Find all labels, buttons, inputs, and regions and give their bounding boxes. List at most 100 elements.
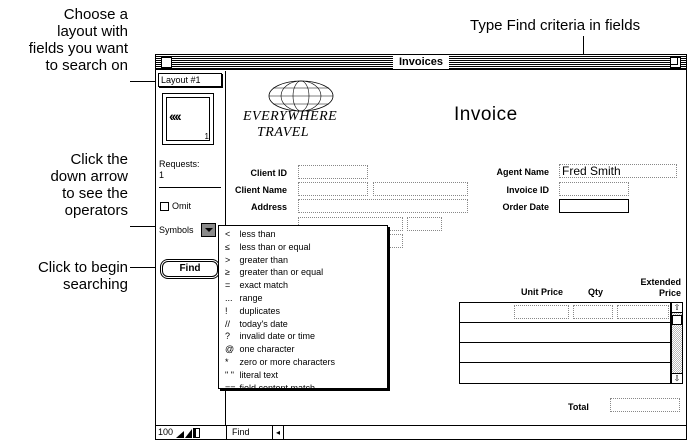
- menu-item-duplicates[interactable]: ! duplicates: [225, 305, 387, 318]
- menu-item-label: zero or more characters: [239, 356, 336, 367]
- client-last-name-field[interactable]: [373, 182, 468, 196]
- callout-down-arrow: Click the down arrow to see the operator…: [8, 151, 128, 219]
- client-id-field[interactable]: [298, 165, 368, 179]
- leader-line-layout: [130, 81, 157, 82]
- callout-line: to search on: [45, 57, 128, 74]
- extended-price-header-line1: Extended: [640, 277, 681, 287]
- agent-name-label: Agent Name: [496, 167, 549, 177]
- menu-item-symbol: =: [225, 280, 231, 291]
- menu-item-label: today's date: [239, 318, 288, 329]
- callout-line: Click to begin: [37, 259, 128, 276]
- menu-item-greater-than[interactable]: > greater than: [225, 254, 387, 267]
- close-box[interactable]: [161, 57, 172, 68]
- layout-title: Invoice: [454, 104, 518, 125]
- window-title: Invoices: [392, 55, 450, 69]
- menu-item-symbol: *: [225, 356, 229, 367]
- invoice-id-label: Invoice ID: [506, 185, 549, 195]
- requests-count: 1: [159, 170, 165, 180]
- symbols-menu: < less than ≤ less than or equal > great…: [218, 225, 388, 393]
- menu-item-symbol: ==: [225, 382, 236, 393]
- zoom-controls-icon[interactable]: [176, 428, 200, 438]
- zoom-box[interactable]: [670, 57, 681, 68]
- status-area: Layout #1 ‹‹‹‹ 1 Requests: 1 Omit Symbol…: [156, 71, 226, 425]
- menu-item-symbol: >: [225, 254, 231, 265]
- menu-item-literal-text[interactable]: " " literal text: [225, 369, 387, 382]
- qty-column-header: Qty: [588, 287, 604, 297]
- requests-label: Requests:: [159, 159, 200, 169]
- status-divider: [159, 187, 221, 188]
- menu-item-todays-date[interactable]: // today's date: [225, 318, 387, 331]
- menu-item-symbol: !: [225, 305, 228, 316]
- menu-item-label: field content match: [239, 382, 316, 393]
- callout-line: to see the: [62, 185, 128, 202]
- total-field[interactable]: [610, 398, 680, 412]
- bottom-bar: 100 Find ◂: [156, 425, 686, 439]
- menu-item-symbol: <: [225, 229, 231, 239]
- callout-line: fields you want: [28, 40, 128, 57]
- scroll-left-arrow-icon[interactable]: ◂: [272, 426, 284, 439]
- book-pages-glyph: ‹‹‹‹: [169, 108, 182, 124]
- menu-item-label: range: [239, 292, 263, 303]
- layout-popup[interactable]: Layout #1: [158, 73, 222, 87]
- menu-item-symbol: ≤: [225, 241, 230, 252]
- menu-item-symbol: @: [225, 344, 235, 355]
- order-date-label: Order Date: [502, 202, 549, 212]
- qty-field[interactable]: [573, 305, 613, 319]
- brand-name-line1: EVERYWHERE: [243, 109, 338, 124]
- menu-item-label: greater than or equal: [239, 267, 324, 278]
- callout-line: operators: [64, 202, 128, 219]
- portal-scrollbar[interactable]: ⇧ ⇩: [671, 302, 683, 384]
- menu-item-field-content-match[interactable]: == field content match: [225, 382, 387, 395]
- menu-item-invalid-date-or-time[interactable]: ? invalid date or time: [225, 330, 387, 343]
- menu-item-label: less than or equal: [239, 241, 311, 252]
- extended-price-column-header: Extended Price: [619, 277, 681, 299]
- omit-checkbox[interactable]: [160, 202, 169, 211]
- menu-item-label: one character: [239, 344, 295, 355]
- symbols-dropdown-arrow-icon[interactable]: [201, 223, 216, 237]
- bottom-bar-divider: [226, 426, 227, 439]
- scroll-up-arrow-icon[interactable]: ⇧: [672, 303, 682, 313]
- menu-item-symbol: " ": [225, 369, 234, 380]
- menu-item-one-character[interactable]: @ one character: [225, 343, 387, 356]
- menu-item-less-than[interactable]: < less than: [225, 228, 387, 241]
- menu-item-range[interactable]: ... range: [225, 292, 387, 305]
- portal-row-divider: [460, 342, 670, 343]
- menu-item-symbol: //: [225, 318, 231, 329]
- invoice-id-field[interactable]: [559, 182, 629, 196]
- state-field[interactable]: [407, 217, 442, 231]
- menu-item-greater-than-or-equal[interactable]: ≥ greater than or equal: [225, 266, 387, 279]
- unit-price-field[interactable]: [514, 305, 569, 319]
- book-icon[interactable]: ‹‹‹‹ 1: [162, 93, 214, 145]
- callout-line: Click the: [70, 151, 128, 168]
- client-first-name-field[interactable]: [298, 182, 368, 196]
- mode-indicator: Find: [232, 427, 250, 437]
- callout-begin-search: Click to begin searching: [8, 259, 128, 293]
- find-button[interactable]: Find: [162, 261, 218, 277]
- portal-row-divider: [460, 322, 670, 323]
- extended-price-field[interactable]: [617, 305, 669, 319]
- title-bar[interactable]: Invoices: [156, 55, 686, 70]
- line-items-portal[interactable]: [459, 302, 671, 384]
- omit-label: Omit: [172, 201, 191, 211]
- agent-name-field[interactable]: Fred Smith: [559, 164, 677, 178]
- address-label: Address: [250, 202, 287, 212]
- scroll-down-arrow-icon[interactable]: ⇩: [672, 373, 682, 383]
- callout-line: layout with: [57, 23, 128, 40]
- menu-item-less-than-or-equal[interactable]: ≤ less than or equal: [225, 241, 387, 254]
- callout-line: Choose a: [63, 6, 128, 23]
- menu-item-exact-match[interactable]: = exact match: [225, 279, 387, 292]
- menu-item-zero-or-more-characters[interactable]: * zero or more characters: [225, 356, 387, 369]
- menu-item-label: duplicates: [239, 305, 281, 316]
- order-date-field[interactable]: [559, 199, 629, 213]
- book-page-number: 1: [204, 132, 209, 141]
- menu-item-symbol: ...: [225, 292, 233, 303]
- brand-name-line2: TRAVEL: [257, 125, 310, 140]
- menu-item-label: less than: [239, 229, 276, 239]
- menu-item-label: literal text: [239, 369, 279, 380]
- scroll-thumb[interactable]: [672, 315, 682, 325]
- menu-item-symbol: ?: [225, 331, 231, 342]
- address-line1-field[interactable]: [298, 199, 468, 213]
- callout-line: down arrow: [50, 168, 128, 185]
- zoom-percent[interactable]: 100: [158, 426, 173, 439]
- unit-price-column-header: Unit Price: [521, 287, 564, 297]
